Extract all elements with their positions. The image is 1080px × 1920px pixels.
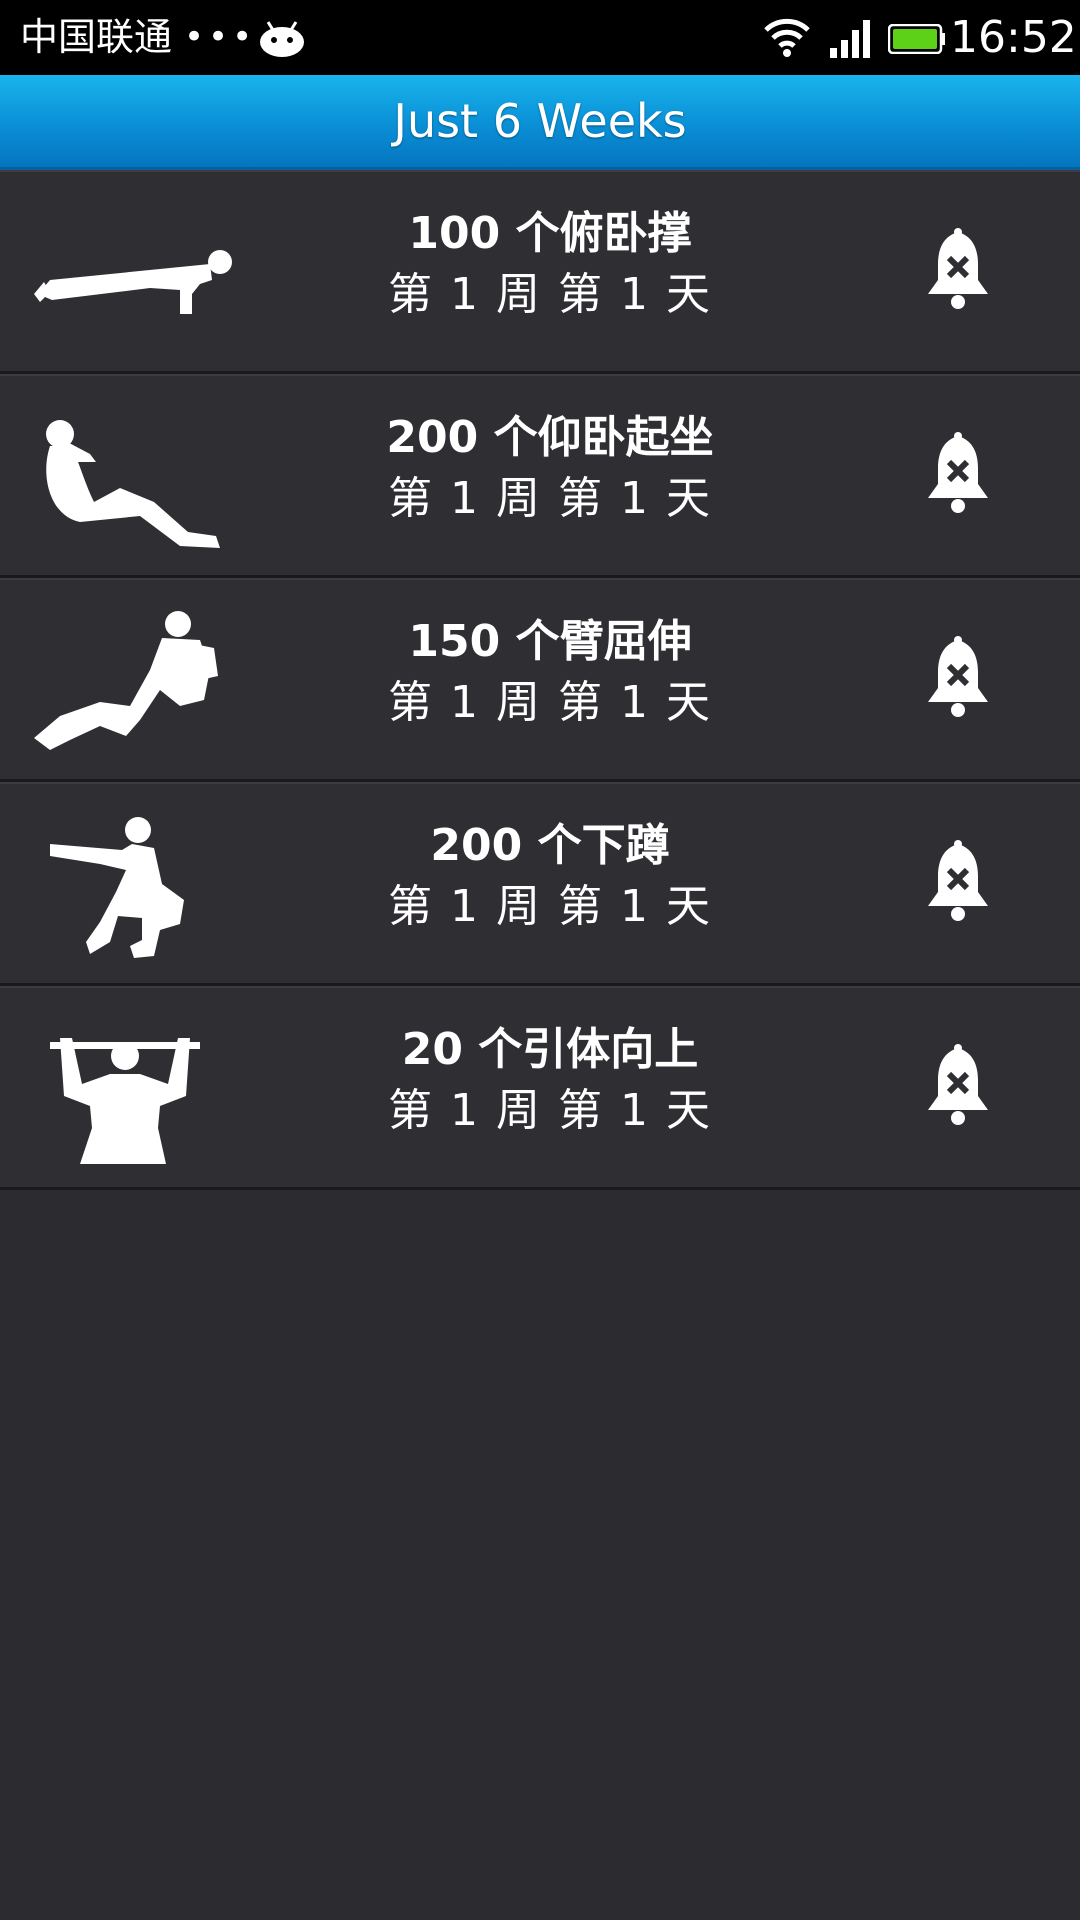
notification-dots: ••• [184,17,257,57]
android-icon [260,21,304,57]
wifi-icon [764,18,810,57]
workout-title: 100 个俯卧撑 [408,208,692,259]
workout-title: 20 个引体向上 [401,1024,699,1075]
signal-icon [830,20,870,58]
workout-list: 100 个俯卧撑 第 1 周 第 1 天 200 个仰卧起坐 第 1 周 第 1… [0,170,1080,1190]
workout-progress: 第 1 周 第 1 天 [388,269,712,320]
battery-icon [888,24,945,54]
workout-row-situps[interactable]: 200 个仰卧起坐 第 1 周 第 1 天 [0,374,1080,578]
workout-row-pullups[interactable]: 20 个引体向上 第 1 周 第 1 天 [0,986,1080,1190]
dip-icon [34,611,218,750]
carrier-label: 中国联通 [20,15,173,59]
workout-row-squats[interactable]: 200 个下蹲 第 1 周 第 1 天 [0,782,1080,986]
workout-title: 150 个臂屈伸 [408,616,692,667]
workout-title: 200 个仰卧起坐 [386,412,714,463]
workout-progress: 第 1 周 第 1 天 [388,881,712,932]
pullup-icon [50,1038,200,1164]
squat-icon [50,817,184,958]
alarm-off-bell-icon[interactable] [924,228,992,312]
workout-progress: 第 1 周 第 1 天 [388,677,712,728]
workout-title: 200 个下蹲 [430,820,670,871]
workout-row-pushups[interactable]: 100 个俯卧撑 第 1 周 第 1 天 [0,170,1080,374]
situp-icon [46,420,220,548]
alarm-off-bell-icon[interactable] [924,1044,992,1128]
workout-progress: 第 1 周 第 1 天 [388,1085,712,1136]
workout-row-dips[interactable]: 150 个臂屈伸 第 1 周 第 1 天 [0,578,1080,782]
app-title: Just 6 Weeks [393,94,687,148]
status-clock: 16:52 [950,12,1077,63]
status-bar: 中国联通 ••• 16:52 [0,0,1080,75]
app-title-bar: Just 6 Weeks [0,75,1080,170]
alarm-off-bell-icon[interactable] [924,432,992,516]
workout-progress: 第 1 周 第 1 天 [388,473,712,524]
alarm-off-bell-icon[interactable] [924,840,992,924]
alarm-off-bell-icon[interactable] [924,636,992,720]
pushup-icon [34,250,232,314]
